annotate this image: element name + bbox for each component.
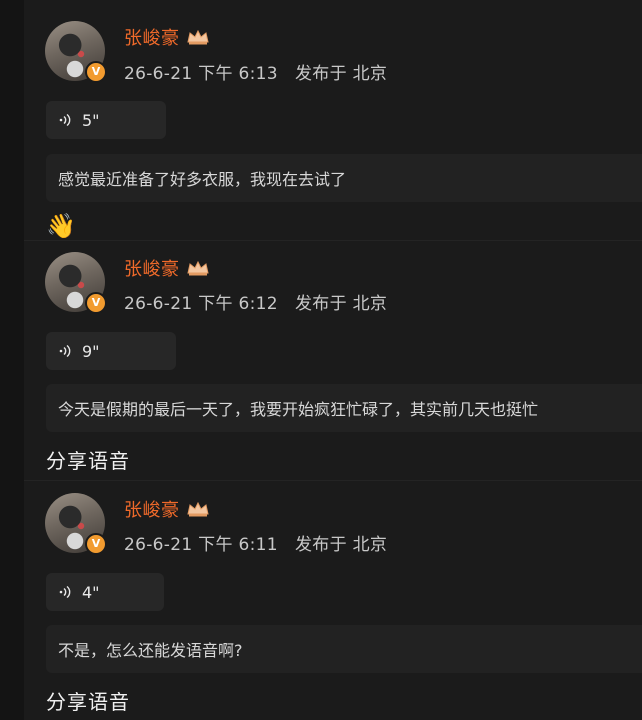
post-time: 26-6-21 下午 6:13 xyxy=(124,64,278,84)
wave-emoji: 👋 xyxy=(46,212,76,240)
share-voice-label[interactable]: 分享语音 xyxy=(46,445,130,474)
crown-icon xyxy=(186,29,209,45)
voice-message[interactable]: 9" xyxy=(46,332,176,370)
voice-message[interactable]: 5" xyxy=(46,101,166,139)
post-text-card[interactable]: 今天是假期的最后一天了，我要开始疯狂忙碌了，其实前几天也挺忙 xyxy=(46,384,642,432)
verified-icon: V xyxy=(85,292,107,314)
post-meta: 26-6-21 下午 6:12 发布于 北京 xyxy=(124,289,387,314)
username[interactable]: 张峻豪 xyxy=(124,24,180,50)
post-text-card[interactable]: 感觉最近准备了好多衣服，我现在去试了 xyxy=(46,154,642,202)
sound-wave-icon xyxy=(59,585,71,599)
sound-wave-icon xyxy=(59,344,71,358)
name-row: 张峻豪 xyxy=(124,255,210,281)
crown-icon xyxy=(186,501,209,517)
share-voice-label[interactable]: 分享语音 xyxy=(46,686,130,715)
post-text: 不是，怎么还能发语音啊? xyxy=(58,641,243,660)
post-text-card[interactable]: 不是，怎么还能发语音啊? xyxy=(46,625,642,673)
voice-message[interactable]: 4" xyxy=(46,573,164,611)
post-location: 发布于 北京 xyxy=(295,294,388,314)
post-time: 26-6-21 下午 6:12 xyxy=(124,294,278,314)
crown-icon xyxy=(186,260,209,276)
post-location: 发布于 北京 xyxy=(295,535,388,555)
sound-wave-icon xyxy=(59,113,71,127)
name-row: 张峻豪 xyxy=(124,24,210,50)
verified-icon: V xyxy=(85,533,107,555)
left-edge-strip xyxy=(0,0,24,720)
username[interactable]: 张峻豪 xyxy=(124,255,180,281)
post-time: 26-6-21 下午 6:11 xyxy=(124,535,278,555)
post-3: V 张峻豪 26-6-21 下午 6:11 发布于 北京 4" 不是，怎么还能发… xyxy=(24,481,642,720)
post-text: 感觉最近准备了好多衣服，我现在去试了 xyxy=(58,170,347,189)
voice-duration: 9" xyxy=(82,341,100,361)
username[interactable]: 张峻豪 xyxy=(124,496,180,522)
post-2: V 张峻豪 26-6-21 下午 6:12 发布于 北京 9" 今天是假期的最后… xyxy=(24,241,642,481)
post-meta: 26-6-21 下午 6:11 发布于 北京 xyxy=(124,530,387,555)
voice-duration: 5" xyxy=(82,110,100,130)
post-location: 发布于 北京 xyxy=(295,64,388,84)
name-row: 张峻豪 xyxy=(124,496,210,522)
post-1: V 张峻豪 26-6-21 下午 6:13 发布于 北京 5" 感觉最近准备了好… xyxy=(24,0,642,240)
voice-duration: 4" xyxy=(82,582,100,602)
verified-icon: V xyxy=(85,61,107,83)
post-text: 今天是假期的最后一天了，我要开始疯狂忙碌了，其实前几天也挺忙 xyxy=(58,400,539,419)
post-meta: 26-6-21 下午 6:13 发布于 北京 xyxy=(124,59,387,84)
